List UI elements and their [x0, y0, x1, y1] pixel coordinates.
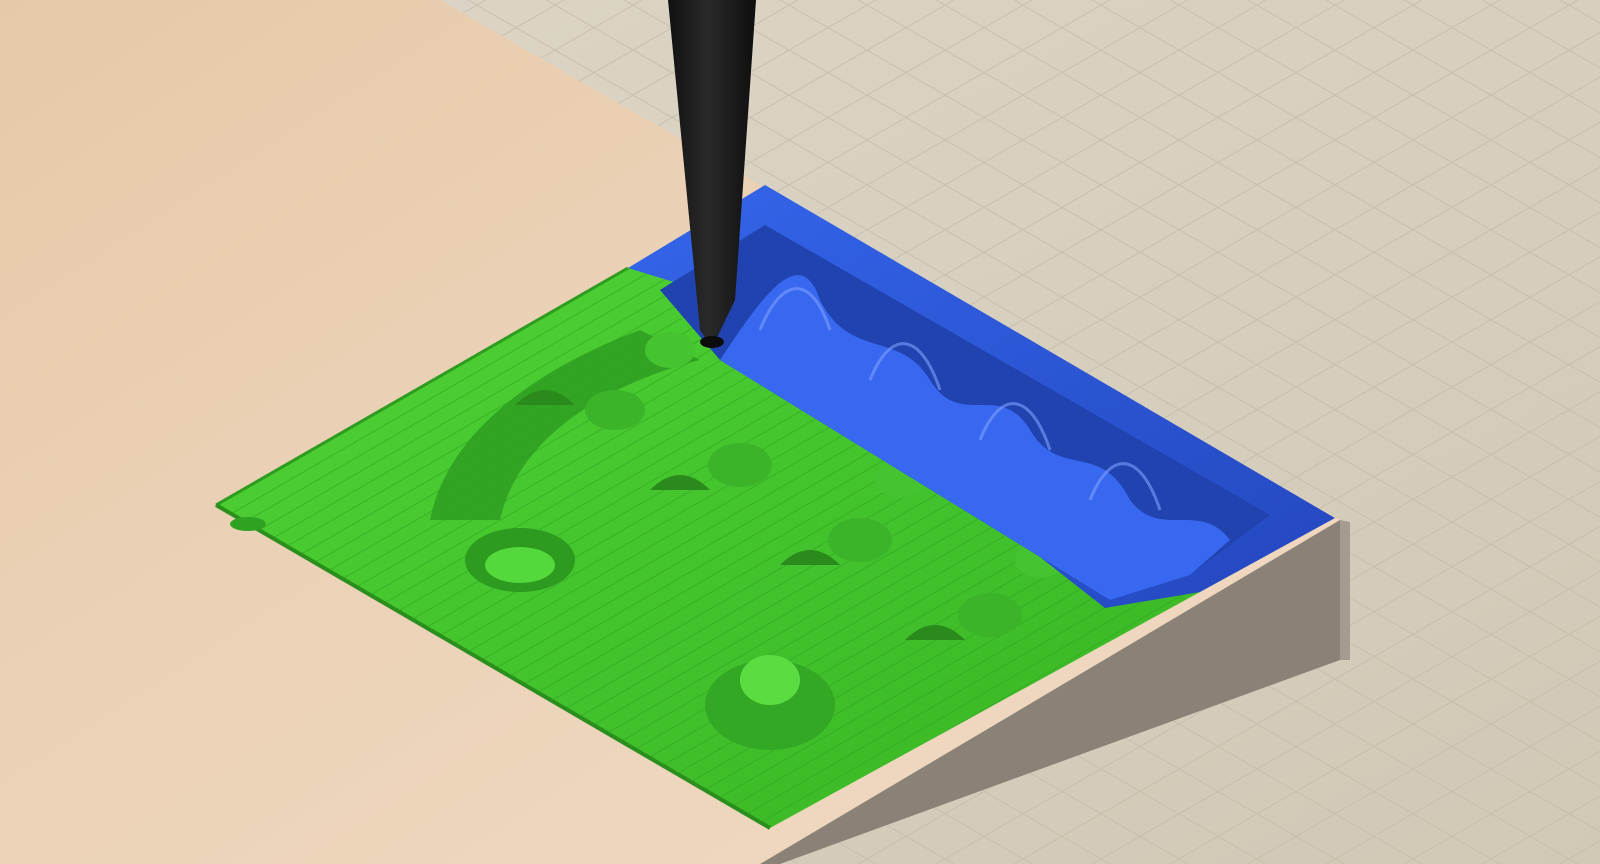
stock-side-face-light [1340, 520, 1350, 660]
simulation-scene[interactable] [0, 0, 1600, 864]
simulation-viewport[interactable] [0, 0, 1600, 864]
